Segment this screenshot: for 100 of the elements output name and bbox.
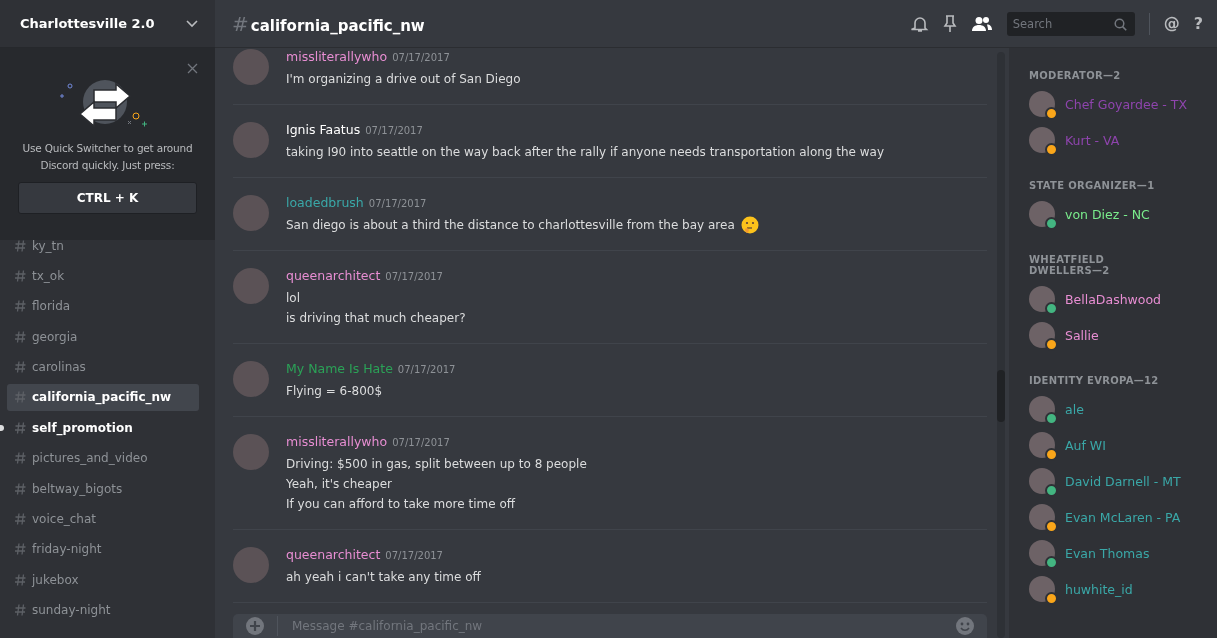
channel-item[interactable]: tx_ok	[7, 262, 199, 290]
member-name[interactable]: ale	[1065, 401, 1084, 417]
channel-name: pictures_and_video	[32, 451, 148, 466]
channel-item[interactable]: beltway_bigots	[7, 475, 199, 503]
avatar-photo[interactable]	[1029, 201, 1055, 227]
message-text: San diego is about a third the distance to charlottesville from the bay area	[286, 217, 735, 234]
mentions-button[interactable]: @	[1163, 14, 1180, 33]
channel-item[interactable]: self_promotion	[7, 414, 199, 442]
channel-name: voice_chat	[32, 512, 97, 526]
timestamp: 07/17/2017	[392, 437, 450, 448]
member-name[interactable]: Sallie	[1065, 327, 1099, 343]
channel-item[interactable]: pictures_and_video	[7, 444, 199, 472]
unread-dot	[0, 425, 4, 432]
chevron-down-icon	[186, 19, 198, 28]
channel-name: carolinas	[32, 360, 86, 375]
hash-icon	[15, 452, 26, 465]
avatar-photo[interactable]	[1029, 322, 1055, 348]
channel-title: california_pacific_nw	[250, 16, 425, 35]
channel-name: sunday-night	[32, 603, 111, 618]
hash-icon	[15, 391, 26, 404]
avatar-photo[interactable]	[1029, 91, 1055, 117]
message-text: Yeah, it's cheaper	[286, 476, 392, 493]
close-icon[interactable]	[187, 63, 198, 74]
help-button[interactable]: ?	[1193, 14, 1203, 33]
avatar-photo[interactable]	[1029, 504, 1055, 530]
hash-icon	[15, 604, 26, 617]
channel-name: jukebox	[32, 572, 79, 587]
channel-item[interactable]: california_pacific_nw	[7, 383, 199, 411]
quick-switcher-hint: Use Quick Switcher to get around Discord quickly. Just press:	[21, 141, 194, 173]
author-name[interactable]: queenarchitect	[286, 547, 381, 562]
channel-name: beltway_bigots	[32, 481, 123, 496]
role-heading: WHEATFIELD DWELLERS—2	[1029, 254, 1111, 276]
hash-icon	[15, 513, 26, 525]
channel-item[interactable]: friday-night	[7, 535, 199, 563]
members-icon[interactable]	[970, 15, 993, 32]
search-field[interactable]: Search	[1006, 11, 1135, 36]
member-name[interactable]: Evan McLaren - PA	[1065, 509, 1181, 525]
channel-name: ky_tn	[32, 238, 64, 253]
channel-item[interactable]: carolinas	[7, 353, 199, 381]
timestamp: 07/17/2017	[365, 125, 423, 136]
member-name[interactable]: Auf WI	[1065, 437, 1106, 453]
hash-icon	[15, 421, 26, 434]
message-text: Flying = 6-800$	[286, 383, 383, 400]
message-text: is driving that much cheaper?	[286, 310, 466, 327]
channel-name: self_promotion	[32, 420, 133, 435]
message-text: ah yeah i can't take any time off	[286, 569, 481, 586]
hash-icon	[15, 361, 26, 374]
author-name[interactable]: Ignis Faatus	[286, 122, 361, 137]
message-text: lol	[286, 290, 300, 307]
channel-name: friday-night	[32, 542, 102, 557]
channel-name: georgia	[32, 329, 78, 344]
message-text: I'm organizing a drive out of San Diego	[286, 71, 521, 88]
hash-sign: #	[232, 11, 249, 36]
author-name[interactable]: missliterallywho	[286, 434, 388, 449]
channel-item[interactable]: jukebox	[7, 566, 199, 594]
channel-name: california_pacific_nw	[32, 390, 172, 405]
server-name: Charlottesville 2.0	[20, 16, 155, 31]
timestamp: 07/17/2017	[392, 52, 450, 63]
channel-item[interactable]: ky_tn	[7, 232, 199, 259]
member-name[interactable]: huwhite_id	[1065, 581, 1133, 597]
hash-icon	[15, 330, 26, 343]
member-name[interactable]: BellaDashwood	[1065, 291, 1162, 307]
bell-icon[interactable]	[910, 14, 929, 33]
member-name[interactable]: von Diez - NC	[1065, 206, 1150, 222]
avatar-photo[interactable]	[1029, 286, 1055, 312]
author-name[interactable]: My Name Is Hate	[286, 361, 393, 376]
scrollbar-thumb[interactable]	[997, 370, 1005, 422]
hash-icon	[15, 269, 26, 282]
hash-icon	[15, 482, 26, 495]
member-name[interactable]: Evan Thomas	[1065, 545, 1150, 561]
channel-item[interactable]: voice_chat	[7, 505, 199, 533]
pin-icon[interactable]	[942, 14, 957, 33]
message-text: Driving: $500 in gas, split between up to 8 people	[286, 456, 587, 473]
avatar-photo[interactable]	[1029, 127, 1055, 153]
timestamp: 07/17/2017	[397, 364, 456, 375]
timestamp: 07/17/2017	[368, 198, 427, 209]
channel-name: tx_ok	[32, 268, 65, 283]
author-name[interactable]: missliterallywho	[286, 49, 388, 64]
role-heading: IDENTITY EVROPA—12	[1029, 375, 1160, 386]
member-name[interactable]: David Darnell - MT	[1065, 473, 1181, 489]
role-heading: STATE ORGANIZER—1	[1029, 180, 1156, 191]
avatar-photo[interactable]	[1029, 576, 1055, 602]
channel-item[interactable]: sunday-night	[7, 596, 199, 624]
avatar-photo[interactable]	[1029, 468, 1055, 494]
hash-icon	[15, 300, 26, 313]
author-name[interactable]: loadedbrush	[286, 195, 364, 210]
avatar-photo[interactable]	[1029, 540, 1055, 566]
author-name[interactable]: queenarchitect	[286, 268, 381, 283]
timestamp: 07/17/2017	[385, 550, 443, 561]
message-text: taking I90 into seattle on the way back after the rally if anyone needs transportation along the way	[286, 144, 885, 161]
channel-name: florida	[32, 299, 71, 314]
search-icon	[1113, 17, 1127, 31]
hash-icon	[15, 573, 26, 586]
shortcut-button[interactable]: CTRL + K	[18, 182, 197, 214]
channel-item[interactable]: florida	[7, 292, 199, 320]
avatar-photo[interactable]	[1029, 396, 1055, 422]
avatar-photo[interactable]	[1029, 432, 1055, 458]
message-text: If you can afford to take more time off	[286, 496, 515, 513]
timestamp: 07/17/2017	[385, 271, 443, 282]
channel-item[interactable]: georgia	[7, 323, 199, 351]
